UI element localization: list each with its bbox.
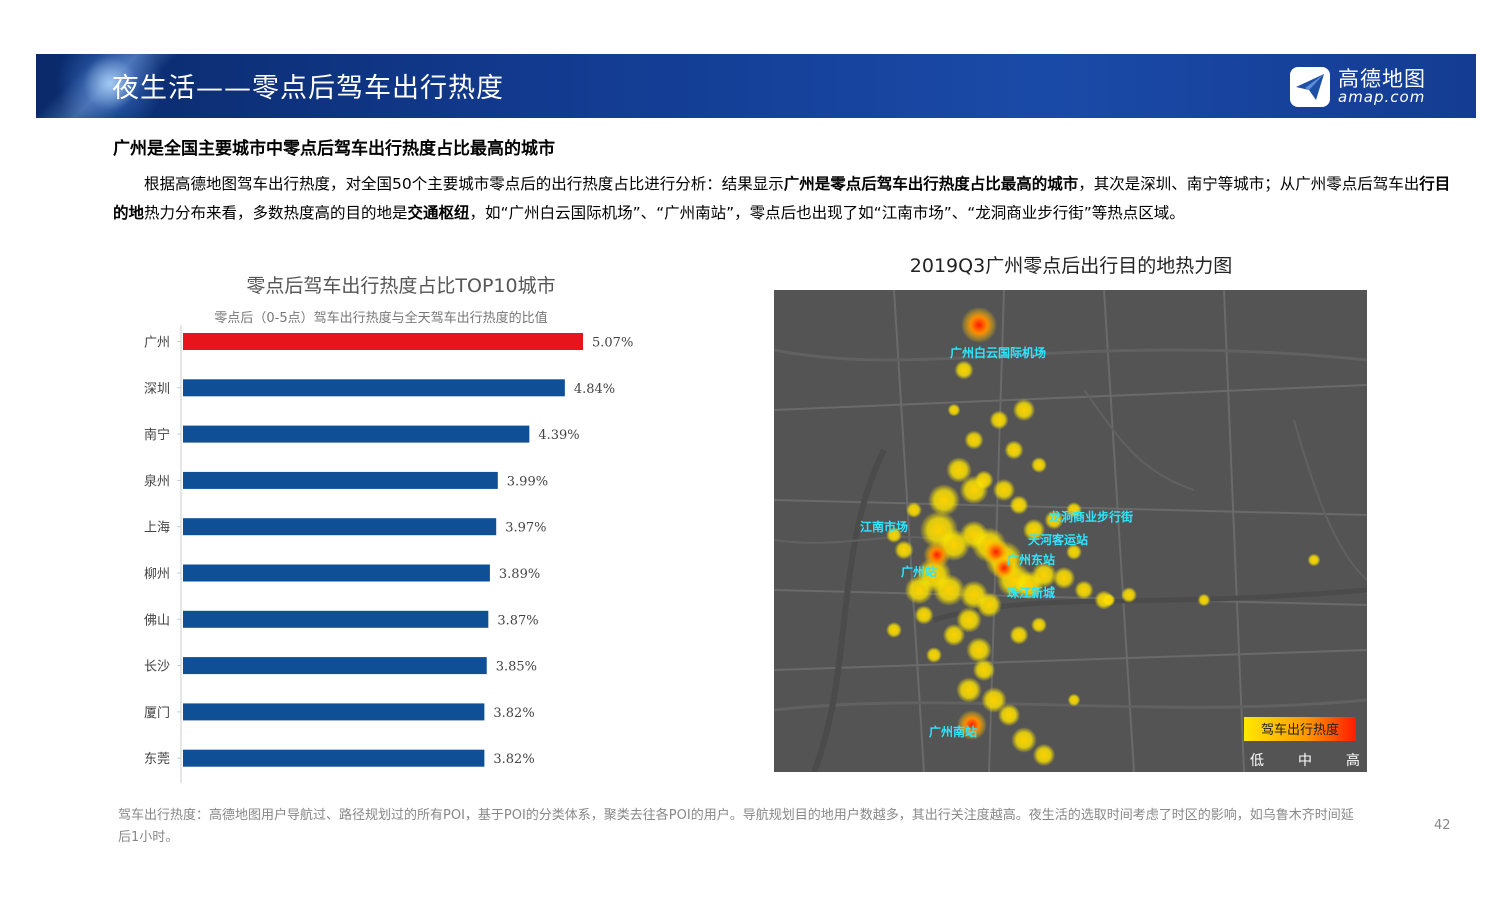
heat-spot-warm — [1012, 398, 1036, 422]
map-label-guangzhou-south: 广州南站 — [929, 725, 978, 739]
heat-spot-warm — [886, 622, 902, 638]
heat-spot-warm — [933, 574, 965, 606]
value-label: 3.82% — [493, 706, 534, 721]
heat-spot-hot — [961, 307, 997, 343]
heat-spot-warm — [954, 360, 974, 380]
value-label: 3.99% — [507, 474, 548, 489]
intro-bold-3: 交通枢纽 — [407, 203, 470, 222]
heat-spot-warm — [964, 430, 984, 450]
heat-spot-warm — [997, 703, 1021, 727]
footnote: 驾车出行热度：高德地图用户导航过、路径规划过的所有POI，基于POI的分类体系，… — [118, 808, 1354, 845]
heat-spot-warm — [1074, 580, 1094, 600]
heat-spot-warm — [1011, 727, 1037, 753]
bar — [183, 425, 530, 443]
heat-spot-warm — [947, 403, 961, 417]
heat-spot-warm — [928, 484, 960, 516]
bar-chart: 广州 5.07% 深圳 4.84% 南宁 4.39% 泉州 3.99% 上海 3.97% 柳州 3.8… — [144, 325, 633, 783]
heat-spot-warm — [1031, 617, 1047, 633]
heat-spot-warm — [956, 677, 982, 703]
heatmap-map: 广州白云国际机场 江南市场 龙洞商业步行街 天河客运站 广州东站 广州站 珠江新… — [774, 290, 1367, 772]
legend-high: 高 — [1346, 753, 1360, 769]
chart-title: 零点后驾车出行热度占比TOP10城市 — [246, 275, 556, 297]
category-label: 东莞 — [144, 752, 170, 767]
heat-spot-warm — [914, 605, 934, 625]
heat-spot-warm — [1052, 566, 1076, 590]
value-label: 4.84% — [574, 382, 615, 397]
intro-text-4: ，如“广州白云国际机场”、“广州南站”，零点后也出现了如“江南市场”、“龙洞商业… — [469, 203, 1185, 222]
heat-spot-warm — [1067, 693, 1081, 707]
value-label: 3.87% — [497, 613, 538, 628]
heat-legend-scale: 低 中 高 — [1250, 750, 1360, 770]
value-label: 3.89% — [499, 567, 540, 582]
bar — [183, 518, 497, 536]
heat-spot-warm — [1031, 457, 1047, 473]
heat-spot-warm — [1004, 440, 1024, 460]
heat-spot-warm — [974, 470, 994, 490]
map-label-longdong-street: 龙洞商业步行街 — [1049, 510, 1134, 524]
map-label-jiangnan-market: 江南市场 — [860, 520, 909, 534]
heat-spot-warm — [972, 658, 996, 682]
heat-spot-warm — [966, 637, 992, 663]
heat-spot-warm — [1032, 743, 1056, 767]
heat-spot-warm — [1197, 593, 1211, 607]
category-label: 上海 — [144, 521, 170, 536]
map-label-guangzhou-station: 广州站 — [901, 565, 938, 579]
value-label: 3.82% — [493, 752, 534, 767]
heat-spot-warm — [989, 410, 1009, 430]
chart-subtitle: 零点后（0-5点）驾车出行热度与全天驾车出行热度的比值 — [214, 311, 548, 326]
category-label: 长沙 — [144, 660, 170, 675]
intro-bold-1: 广州是零点后驾车出行热度占比最高的城市 — [783, 175, 1079, 193]
bar — [183, 610, 489, 628]
heat-spot-warm — [894, 540, 914, 560]
bar — [183, 333, 583, 350]
map-label-airport: 广州白云国际机场 — [950, 346, 1047, 360]
heat-spot-warm — [1307, 553, 1321, 567]
category-label: 深圳 — [144, 382, 170, 397]
intro-text-2: ，其次是深圳、南宁等城市；从广州零点后驾车出 — [1078, 175, 1420, 193]
bar — [183, 564, 490, 582]
heat-spot-warm — [1009, 495, 1029, 515]
bar — [183, 749, 485, 767]
heat-spot-warm — [1009, 625, 1029, 645]
legend-mid: 中 — [1298, 753, 1312, 769]
bar — [183, 471, 498, 489]
category-label: 厦门 — [144, 706, 170, 721]
map-label-zhujiang-newtown: 珠江新城 — [1007, 586, 1056, 600]
intro-text-3: 热力分布来看，多数热度高的目的地是 — [144, 203, 408, 222]
heat-spot-warm — [926, 647, 942, 663]
value-label: 3.97% — [505, 521, 546, 536]
heat-spot-warm — [1102, 593, 1116, 607]
heat-spot-warm — [942, 623, 966, 647]
intro-paragraph: 根据高德地图驾车出行热度，对全国50个主要城市零点后的出行热度占比进行分析：结果… — [113, 170, 1453, 227]
value-label: 5.07% — [592, 336, 633, 351]
map-title: 2019Q3广州零点后出行目的地热力图 — [909, 255, 1233, 277]
heat-spot-warm — [906, 502, 922, 518]
page-number: 42 — [1434, 818, 1451, 833]
intro-text-1: 根据高德地图驾车出行热度，对全国50个主要城市零点后的出行热度占比进行分析：结果… — [144, 175, 784, 193]
section-heading: 广州是全国主要城市中零点后驾车出行热度占比最高的城市 — [113, 139, 555, 159]
category-label: 广州 — [144, 336, 170, 351]
bar — [183, 703, 485, 721]
brand-name-cn: 高德地图 — [1338, 67, 1426, 91]
heat-spot-warm — [992, 478, 1016, 502]
category-label: 南宁 — [144, 427, 170, 443]
heat-legend-title: 驾车出行热度 — [1260, 723, 1339, 738]
category-label: 佛山 — [144, 613, 170, 628]
header-banner: 夜生活——零点后驾车出行热度 高德地图 amap.com — [36, 54, 1476, 118]
brand-logo: 高德地图 amap.com — [1290, 67, 1426, 107]
map-label-tianhe-bus-station: 天河客运站 — [1028, 533, 1089, 547]
category-label: 柳州 — [144, 567, 170, 582]
category-label: 泉州 — [144, 473, 170, 489]
bar — [183, 379, 565, 397]
value-label: 3.85% — [496, 660, 537, 675]
legend-low: 低 — [1250, 753, 1264, 769]
bar — [183, 657, 487, 675]
brand-name-en: amap.com — [1338, 88, 1426, 106]
value-label: 4.39% — [538, 428, 579, 443]
paper-plane-icon — [1290, 67, 1330, 107]
heat-spot-warm — [1121, 587, 1137, 603]
page-title: 夜生活——零点后驾车出行热度 — [112, 73, 504, 104]
map-label-guangzhou-east: 广州东站 — [1007, 553, 1056, 567]
